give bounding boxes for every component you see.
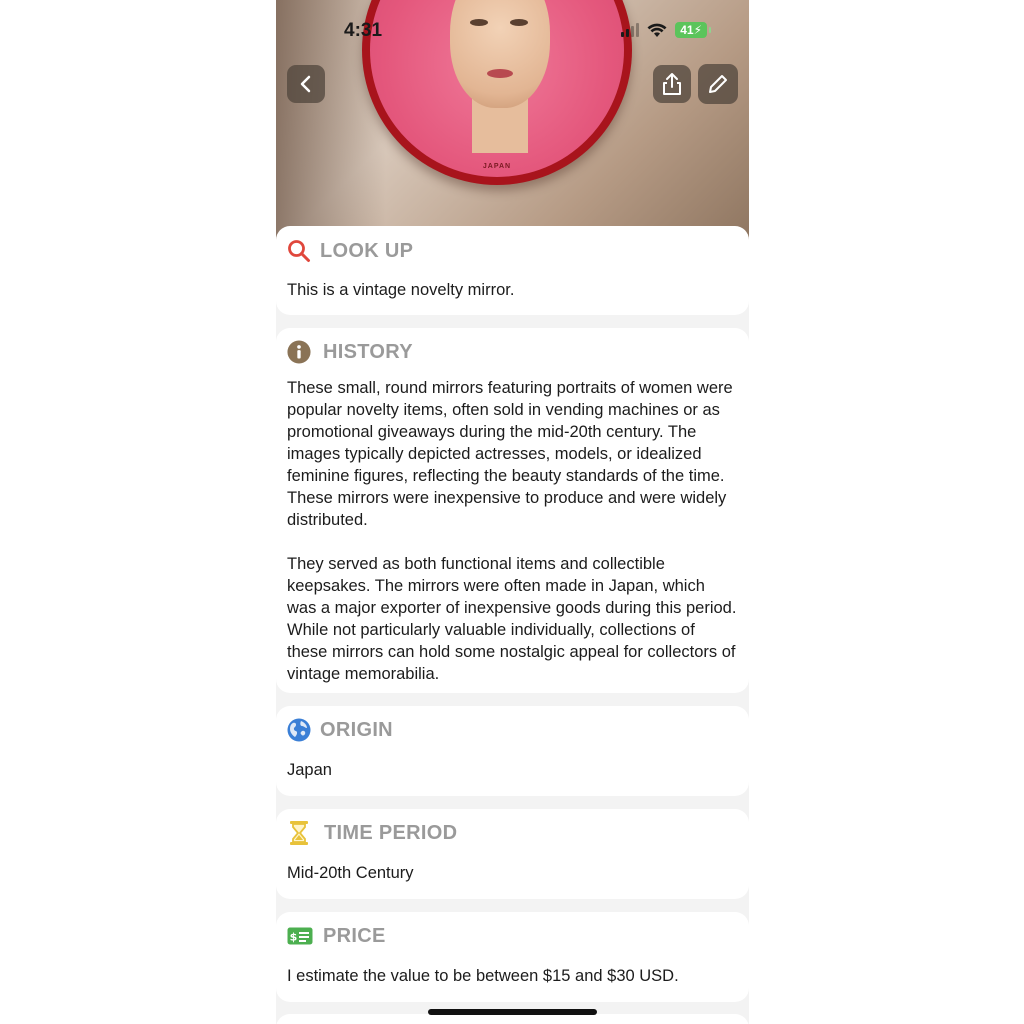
- status-icons: 41⚡: [621, 22, 711, 38]
- lookup-text: This is a vintage novelty mirror.: [287, 281, 515, 299]
- price-text: I estimate the value to be between $15 a…: [287, 967, 679, 985]
- wifi-icon: [647, 23, 667, 37]
- item-photo: JAPAN 4:31 41⚡: [276, 0, 749, 245]
- info-icon: [287, 340, 311, 364]
- home-indicator[interactable]: [428, 1009, 597, 1015]
- history-paragraph-2: They served as both functional items and…: [287, 555, 737, 683]
- hourglass-icon: [287, 821, 311, 845]
- phone-screen: JAPAN 4:31 41⚡ LOOK UP This is a vintage…: [276, 0, 749, 1024]
- status-time: 4:31: [344, 20, 383, 41]
- origin-title: ORIGIN: [320, 718, 393, 741]
- origin-card: ORIGIN Japan: [276, 706, 749, 796]
- back-button[interactable]: [287, 65, 325, 103]
- edit-button[interactable]: [698, 64, 738, 104]
- money-icon: $: [287, 924, 313, 948]
- origin-text: Japan: [287, 761, 332, 779]
- pencil-icon: [709, 75, 727, 93]
- time-period-card: TIME PERIOD Mid-20th Century: [276, 809, 749, 899]
- signal-icon: [621, 23, 640, 37]
- svg-text:$: $: [290, 931, 298, 944]
- time-period-text: Mid-20th Century: [287, 864, 414, 882]
- globe-icon: [287, 718, 311, 742]
- lookup-title: LOOK UP: [320, 239, 414, 262]
- next-card: [276, 1014, 749, 1024]
- price-title: PRICE: [323, 924, 386, 947]
- history-paragraph-1: These small, round mirrors featuring por…: [287, 379, 733, 529]
- time-period-title: TIME PERIOD: [324, 821, 458, 844]
- mirror-label: JAPAN: [482, 163, 512, 170]
- price-card: $ PRICE I estimate the value to be betwe…: [276, 912, 749, 1002]
- share-button[interactable]: [653, 65, 691, 103]
- mirror-image: JAPAN: [362, 0, 632, 185]
- lookup-card: LOOK UP This is a vintage novelty mirror…: [276, 226, 749, 315]
- history-card: HISTORY These small, round mirrors featu…: [276, 328, 749, 693]
- history-title: HISTORY: [323, 340, 413, 363]
- search-icon: [287, 239, 311, 263]
- share-icon: [663, 73, 681, 95]
- battery-indicator: 41⚡: [675, 22, 711, 38]
- chevron-left-icon: [300, 75, 311, 93]
